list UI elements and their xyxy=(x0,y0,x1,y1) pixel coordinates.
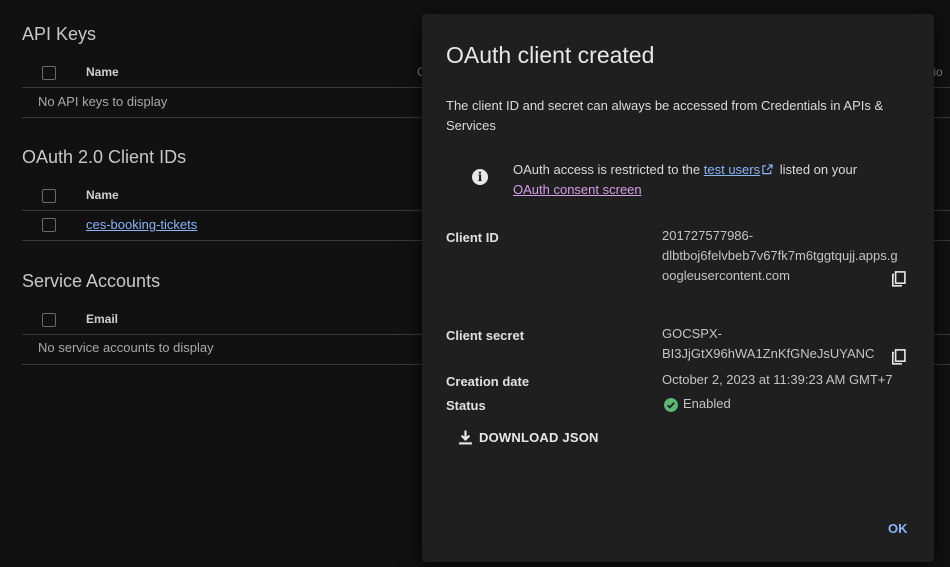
oauth-row-checkbox[interactable] xyxy=(42,218,56,232)
open-in-new-icon xyxy=(762,164,773,175)
client-secret-label: Client secret xyxy=(446,328,525,343)
service-accounts-select-all-checkbox[interactable] xyxy=(42,313,56,327)
info-message: OAuth access is restricted to the test u… xyxy=(513,160,893,200)
service-accounts-empty-text: No service accounts to display xyxy=(38,340,214,355)
check-circle-icon xyxy=(664,398,678,412)
client-id-value: 201727577986- dlbtboj6felvbeb7v67fk7m6tg… xyxy=(662,226,898,286)
copy-client-id-icon[interactable] xyxy=(892,271,906,287)
test-users-link[interactable]: test users xyxy=(704,162,760,177)
service-accounts-col-email: Email xyxy=(86,312,119,326)
copy-client-secret-icon[interactable] xyxy=(892,349,906,365)
status-value: Enabled xyxy=(683,396,731,411)
info-middle: listed on your xyxy=(776,162,858,177)
creation-date-label: Creation date xyxy=(446,374,530,389)
client-id-line-2: dlbtboj6felvbeb7v67fk7m6tggtqujj.apps.g xyxy=(662,248,898,263)
oauth-consent-screen-link[interactable]: OAuth consent screen xyxy=(513,182,642,197)
oauth-col-name: Name xyxy=(86,188,119,202)
dialog-description: The client ID and secret can always be a… xyxy=(446,98,884,133)
oauth-client-created-dialog: OAuth client created The client ID and s… xyxy=(422,14,934,562)
client-secret-line-2: BI3JjGtX96hWA1ZnKfGNeJsUYANC xyxy=(662,346,875,361)
api-keys-select-all-checkbox[interactable] xyxy=(42,66,56,80)
client-id-line-3: oogleusercontent.com xyxy=(662,268,790,283)
client-id-line-1: 201727577986- xyxy=(662,228,754,243)
client-secret-line-1: GOCSPX- xyxy=(662,326,722,341)
client-id-label: Client ID xyxy=(446,230,499,245)
oauth-client-link[interactable]: ces-booking-tickets xyxy=(86,217,197,232)
ok-button[interactable]: OK xyxy=(888,521,908,536)
service-accounts-title: Service Accounts xyxy=(22,271,161,291)
oauth-clients-title: OAuth 2.0 Client IDs xyxy=(22,147,187,167)
api-keys-col-name: Name xyxy=(86,65,119,79)
download-json-button[interactable]: DOWNLOAD JSON xyxy=(458,426,599,448)
api-keys-empty-text: No API keys to display xyxy=(38,94,168,109)
download-icon xyxy=(459,430,472,444)
dialog-title: OAuth client created xyxy=(446,42,655,68)
download-json-label: DOWNLOAD JSON xyxy=(479,429,599,445)
creation-date-value: October 2, 2023 at 11:39:23 AM GMT+7 xyxy=(662,372,893,387)
info-icon: i xyxy=(472,169,488,185)
client-secret-value: GOCSPX- BI3JjGtX96hWA1ZnKfGNeJsUYANC xyxy=(662,324,874,364)
info-prefix: OAuth access is restricted to the xyxy=(513,162,704,177)
oauth-select-all-checkbox[interactable] xyxy=(42,189,56,203)
api-keys-title: API Keys xyxy=(22,24,97,44)
status-label: Status xyxy=(446,398,486,413)
